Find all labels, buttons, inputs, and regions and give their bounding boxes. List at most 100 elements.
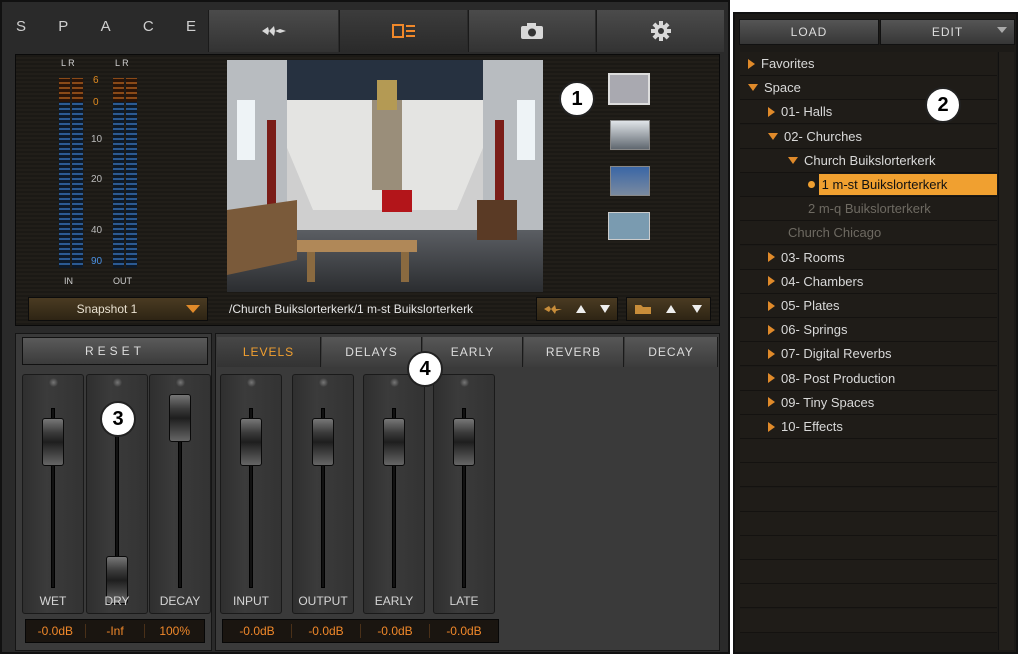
channel-label: EARLY [374, 594, 414, 608]
preset-list-item-label: 09- Tiny Spaces [781, 394, 875, 410]
decay-value: 100% [159, 624, 191, 638]
preset-list-item-label: Church Buikslorterkerk [804, 152, 936, 168]
preset-list-item[interactable]: Favorites [740, 52, 997, 76]
snapshot-dropdown[interactable]: Snapshot 1 [28, 297, 208, 321]
arrow-up-icon[interactable] [575, 304, 587, 314]
dry-value: -Inf [86, 624, 146, 638]
preset-list-empty-row [740, 439, 997, 464]
logo-letter: S [16, 18, 27, 35]
meter-out-lr-label: L R [115, 58, 129, 68]
preset-list-item[interactable]: 08- Post Production [740, 366, 997, 391]
preset-list-item-label: 10- Effects [781, 419, 843, 434]
channel-indicator-led [319, 378, 328, 387]
tab-camera[interactable] [468, 10, 595, 52]
arrow-down-icon[interactable] [599, 304, 611, 314]
preset-list-item[interactable]: 1 m-st Buikslorterkerk [740, 173, 997, 197]
fader-handle-early[interactable] [383, 418, 405, 467]
thumbnail-3[interactable] [610, 166, 650, 196]
logo-letter: E [185, 18, 196, 35]
preset-list-item[interactable]: 2 m-q Buikslorterkerk [740, 197, 997, 222]
callout-badge: 4 [407, 351, 443, 387]
channel-indicator-led [113, 378, 122, 387]
expand-arrow-icon [768, 300, 775, 311]
output-value: -0.0dB [292, 624, 361, 638]
preset-nav-group [536, 297, 618, 321]
input-value: -0.0dB [223, 624, 292, 638]
preset-list-item[interactable]: Church Chicago [740, 221, 997, 246]
fader-handle-decay[interactable] [169, 394, 191, 442]
preset-list-item-label: 1 m-st Buikslorterkerk [818, 174, 997, 195]
expand-arrow-icon [768, 421, 775, 432]
preset-list-empty-row [740, 511, 997, 536]
waveform-icon[interactable] [543, 303, 563, 315]
channel-label: DRY [104, 594, 130, 608]
channel-label: WET [39, 594, 67, 608]
callout-badge: 1 [559, 81, 595, 117]
preset-list-item[interactable]: 04- Chambers [740, 269, 997, 294]
expand-arrow-icon [768, 106, 775, 117]
preset-list-empty-row [740, 487, 997, 512]
preset-list-item[interactable]: 02- Churches [740, 124, 997, 149]
channel-indicator-led [176, 378, 185, 387]
thumbnail-4[interactable] [608, 212, 650, 240]
master-values-bar: -0.0dB -Inf 100% [25, 619, 205, 643]
meter-scale-label: 90 [91, 256, 103, 267]
chevron-down-icon [997, 27, 1007, 33]
load-button[interactable]: LOAD [739, 19, 879, 45]
fader-handle-late[interactable] [453, 418, 475, 467]
edit-button[interactable]: EDIT [880, 19, 1015, 45]
preset-list-item[interactable]: 06- Springs [740, 318, 997, 343]
collapse-arrow-icon [768, 132, 778, 140]
preset-list-item-label: 02- Churches [784, 128, 863, 144]
fader-handle-wet[interactable] [42, 418, 64, 467]
folder-icon[interactable] [634, 303, 652, 315]
folder-nav-group [626, 297, 711, 321]
expand-arrow-icon [768, 397, 775, 408]
levels-values-bar: -0.0dB -0.0dB -0.0dB -0.0dB [222, 619, 499, 643]
meter-out-left [113, 78, 124, 268]
channel-label: INPUT [233, 594, 269, 608]
meter-in-left [59, 78, 70, 268]
preset-list-item[interactable]: 05- Plates [740, 294, 997, 318]
meter-scale-label: 10 [91, 134, 103, 145]
preset-list-item[interactable]: 03- Rooms [740, 245, 997, 270]
tab-settings[interactable] [596, 10, 724, 52]
tab-decay[interactable]: DECAY [625, 337, 718, 367]
preset-list-empty-row [740, 536, 997, 560]
app-logo: S P A C E [16, 18, 196, 38]
tab-preset-display[interactable] [339, 10, 467, 52]
tab-levels[interactable]: LEVELS [217, 337, 321, 367]
arrow-down-icon[interactable] [691, 304, 703, 314]
collapse-arrow-icon [748, 84, 758, 92]
tab-waveform[interactable] [208, 10, 338, 52]
preset-list-item-label: Church Chicago [788, 225, 882, 241]
preset-list-empty-row [740, 584, 997, 609]
logo-letter: C [142, 18, 154, 35]
callout-badge: 2 [925, 87, 961, 123]
preset-list-item[interactable]: 10- Effects [740, 415, 997, 439]
meter-scale-label: 0 [93, 97, 99, 108]
preset-list-item[interactable]: 09- Tiny Spaces [740, 390, 997, 415]
preset-list-item-label: 07- Digital Reverbs [781, 346, 892, 362]
callout-badge: 3 [100, 401, 136, 437]
selected-dot-icon [808, 181, 815, 188]
waveform-icon [261, 26, 286, 36]
logo-letter: P [58, 18, 69, 35]
preset-list-item[interactable]: Church Buikslorterkerk [740, 148, 997, 173]
tab-reverb[interactable]: REVERB [524, 337, 624, 367]
thumbnail-1[interactable] [608, 73, 650, 105]
preset-path: /Church Buikslorterkerk/1 m-st Buikslort… [229, 302, 474, 316]
channel-indicator-led [247, 378, 256, 387]
expand-arrow-icon [748, 58, 755, 69]
arrow-up-icon[interactable] [665, 304, 677, 314]
reset-button[interactable]: RESET [22, 337, 208, 365]
meter-scale-label: 20 [91, 174, 103, 185]
fader-handle-input[interactable] [240, 418, 262, 467]
browser-scrollbar[interactable] [998, 52, 1014, 650]
channel-indicator-led [390, 378, 399, 387]
thumbnail-2[interactable] [610, 120, 650, 150]
preset-list-item-label: 03- Rooms [781, 249, 845, 265]
preset-list-item[interactable]: 07- Digital Reverbs [740, 342, 997, 367]
preset-list-item-label: 2 m-q Buikslorterkerk [808, 201, 931, 217]
fader-handle-output[interactable] [312, 418, 334, 467]
